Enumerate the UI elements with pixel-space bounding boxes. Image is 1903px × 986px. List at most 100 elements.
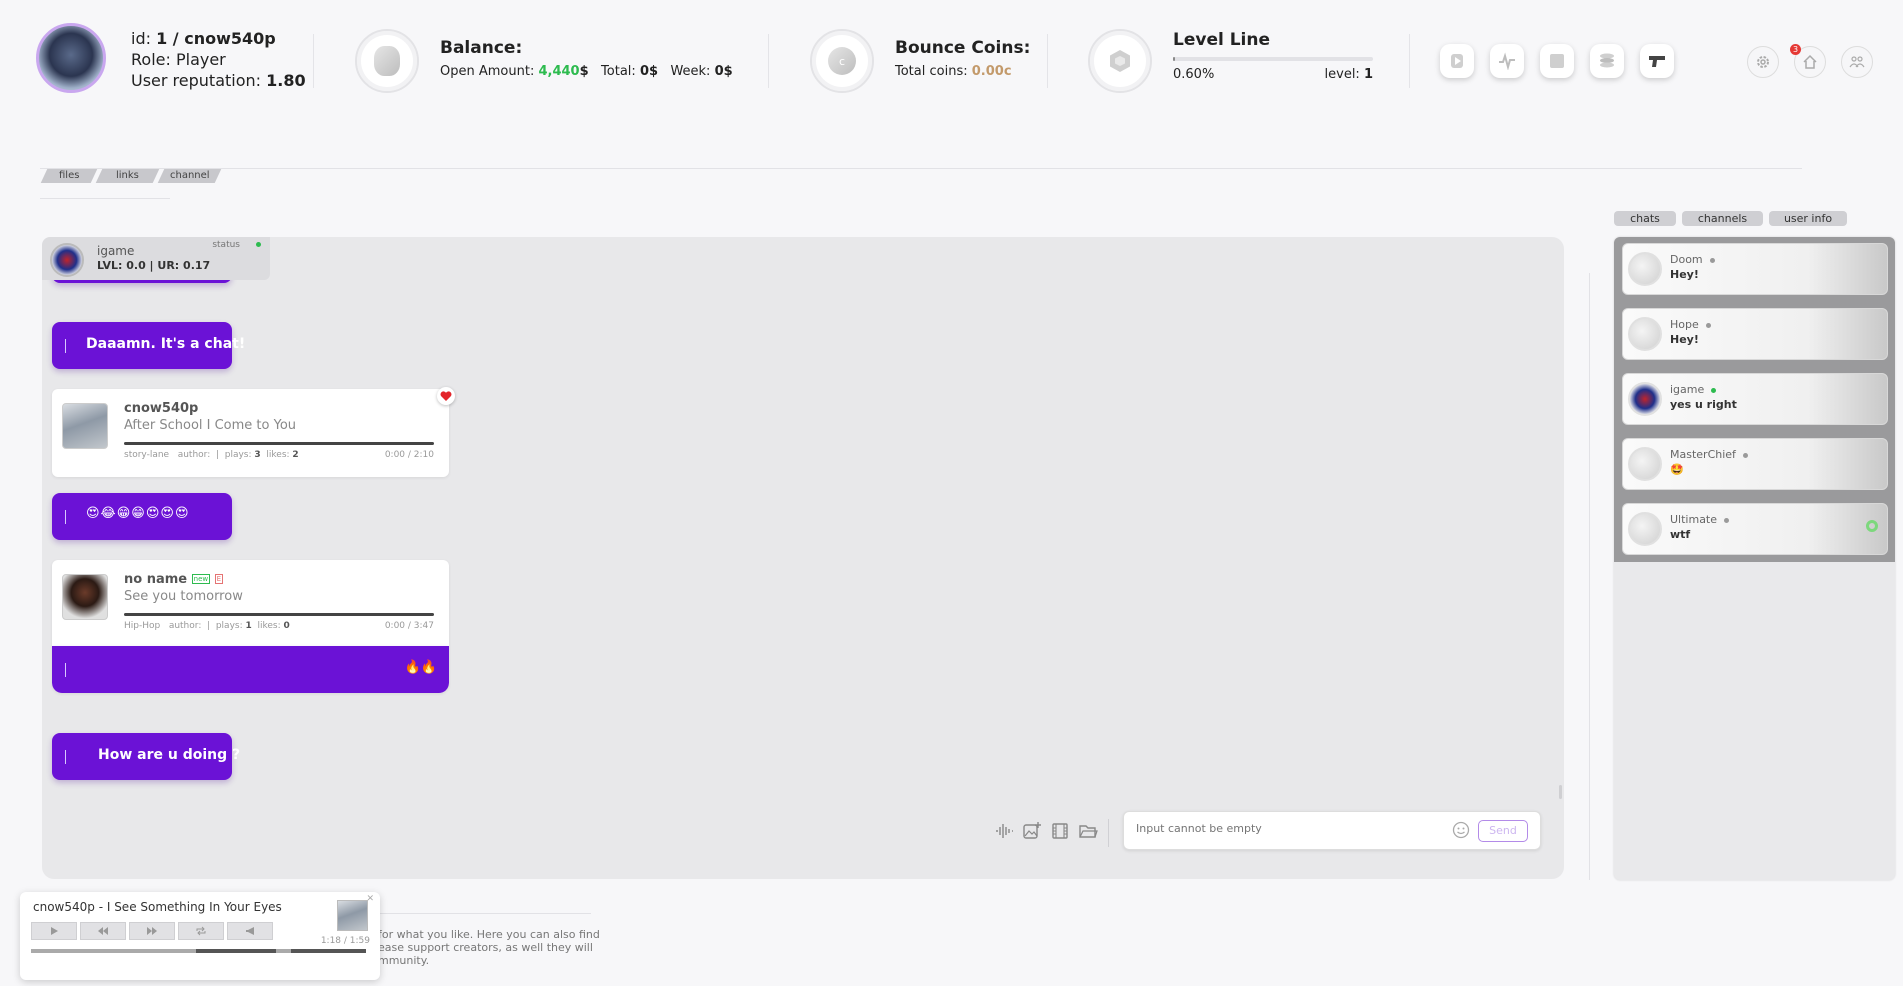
video-button[interactable] [1050, 821, 1070, 845]
level-hex-icon [1088, 29, 1152, 93]
week-label: Week: [670, 64, 711, 79]
online-dot [1711, 388, 1717, 393]
open-amount-value: 4,440 [538, 64, 580, 79]
total-coins-label: Total coins: [895, 64, 968, 79]
message-text: How are u doing ? [98, 747, 241, 763]
footer-divider [376, 913, 591, 914]
player-forward-button[interactable] [129, 922, 175, 940]
tab-files[interactable]: files [40, 169, 98, 183]
top-header: id: 1 / cnow540p Role: Player User reput… [0, 0, 1903, 120]
stop-button[interactable] [1540, 44, 1574, 78]
reputation-value: 1.80 [266, 71, 306, 90]
message-input[interactable] [1134, 821, 1438, 836]
player-progress-bar[interactable] [31, 949, 366, 953]
message-bubble[interactable]: 🔥🔥 [52, 646, 449, 693]
tools-divider [1108, 819, 1109, 847]
tab-user-info[interactable]: user info [1769, 211, 1847, 226]
tab-chats[interactable]: chats [1614, 211, 1676, 226]
tab-channel[interactable]: channel [157, 169, 222, 183]
level-progress-bar [1173, 57, 1373, 61]
emoji-button[interactable] [1452, 821, 1470, 839]
settings-button[interactable] [1747, 46, 1779, 78]
pulse-button[interactable] [1490, 44, 1524, 78]
like-button[interactable] [437, 387, 455, 405]
player-time: 1:18 / 1:59 [320, 936, 370, 946]
contact-last-message: 🤩 [1670, 463, 1684, 476]
reputation-label: User reputation: [131, 71, 262, 90]
level-block: Level Line 0.60% level: 1 [1173, 30, 1373, 83]
status-online-dot [256, 242, 261, 247]
footer-text: for what you like. Here you can also fin… [378, 928, 600, 967]
contact-last-message: Hey! [1670, 268, 1699, 281]
divider [1409, 34, 1410, 88]
track-artist: no name [124, 572, 188, 587]
home-icon [1803, 54, 1817, 69]
divider [768, 34, 769, 88]
contact-avatar [1628, 382, 1662, 416]
play-button[interactable] [1440, 44, 1474, 78]
contact-name: Hope [1670, 318, 1699, 331]
player-repeat-button[interactable] [178, 922, 224, 940]
offline-dot [1705, 323, 1711, 328]
waveform-icon [996, 824, 1013, 838]
balance-block: Balance: Open Amount: 4,440$ Total: 0$ W… [440, 38, 733, 79]
player-thumbnail [337, 900, 368, 931]
tab-channels[interactable]: channels [1682, 211, 1763, 226]
gun-button[interactable] [1640, 44, 1674, 78]
id-value: 1 / cnow540p [156, 29, 276, 48]
message-input-box: Send [1123, 811, 1541, 850]
chat-user-box[interactable]: igame LVL: 0.0 | UR: 0.17 status [42, 237, 270, 280]
level-value-wrap: level: 1 [1324, 67, 1373, 82]
contact-avatar [1628, 252, 1662, 286]
player-volume-button[interactable] [227, 922, 273, 940]
total-coins-value: 0.00c [971, 64, 1012, 79]
message-bubble[interactable]: Daaamn. It's a chat! [52, 322, 245, 369]
level-value: 1 [1363, 67, 1373, 82]
chat-user-stats: LVL: 0.0 | UR: 0.17 [97, 259, 211, 272]
repeat-icon [196, 926, 206, 936]
id-label: id: [131, 29, 151, 48]
community-button[interactable] [1841, 46, 1873, 78]
track-card[interactable]: cnow540p After School I Come to You stor… [52, 387, 455, 477]
smiley-icon [1452, 821, 1470, 839]
contact-last-message: Hey! [1670, 333, 1699, 346]
contact-item[interactable]: igame yes u right [1622, 373, 1888, 425]
coins-stack-icon [1600, 53, 1614, 68]
voice-button[interactable] [994, 821, 1014, 845]
send-button[interactable]: Send [1478, 820, 1528, 842]
track-thumbnail [62, 574, 108, 620]
film-icon [1052, 823, 1068, 839]
total-label: Total: [601, 64, 636, 79]
track-progress[interactable] [124, 442, 434, 445]
mini-player: cnow540p - I See Something In Your Eyes … [20, 892, 380, 980]
track-meta: Hip-Hop author: | plays: 1 likes: 0 [124, 621, 290, 631]
chat-panel: Daaamn. It's a chat! cnow540p After Scho… [42, 237, 1564, 879]
role-value: Player [175, 50, 226, 69]
contact-avatar [1628, 317, 1662, 351]
contact-item[interactable]: Hope Hey! [1622, 308, 1888, 360]
heart-icon [440, 390, 452, 401]
contact-item[interactable]: MasterChief 🤩 [1622, 438, 1888, 490]
gear-icon [1757, 56, 1769, 68]
message-bubble[interactable]: 😍😂😁😁😍😍😍 [52, 493, 232, 540]
chat-scrollbar[interactable] [1559, 785, 1562, 799]
contact-avatar [1628, 447, 1662, 481]
explicit-badge: E [214, 574, 224, 584]
contact-item[interactable]: Ultimate wtf [1622, 503, 1888, 555]
player-play-button[interactable] [31, 922, 77, 940]
player-rewind-button[interactable] [80, 922, 126, 940]
user-avatar[interactable] [36, 23, 106, 93]
folder-icon [1079, 825, 1098, 838]
folder-button[interactable] [1078, 821, 1098, 845]
stop-icon [1550, 54, 1564, 68]
image-upload-button[interactable] [1022, 821, 1042, 845]
track-card[interactable]: no name new E See you tomorrow Hip-Hop a… [52, 560, 449, 693]
track-progress[interactable] [124, 613, 434, 616]
pulse-icon [1499, 52, 1515, 70]
bounce-title: Bounce Coins: [895, 38, 1031, 58]
tab-links[interactable]: links [95, 169, 160, 183]
contact-item[interactable]: Doom Hey! [1622, 243, 1888, 295]
message-bubble[interactable]: How are u doing ? [52, 733, 240, 780]
status-label: status [212, 240, 240, 250]
coins-button[interactable] [1590, 44, 1624, 78]
